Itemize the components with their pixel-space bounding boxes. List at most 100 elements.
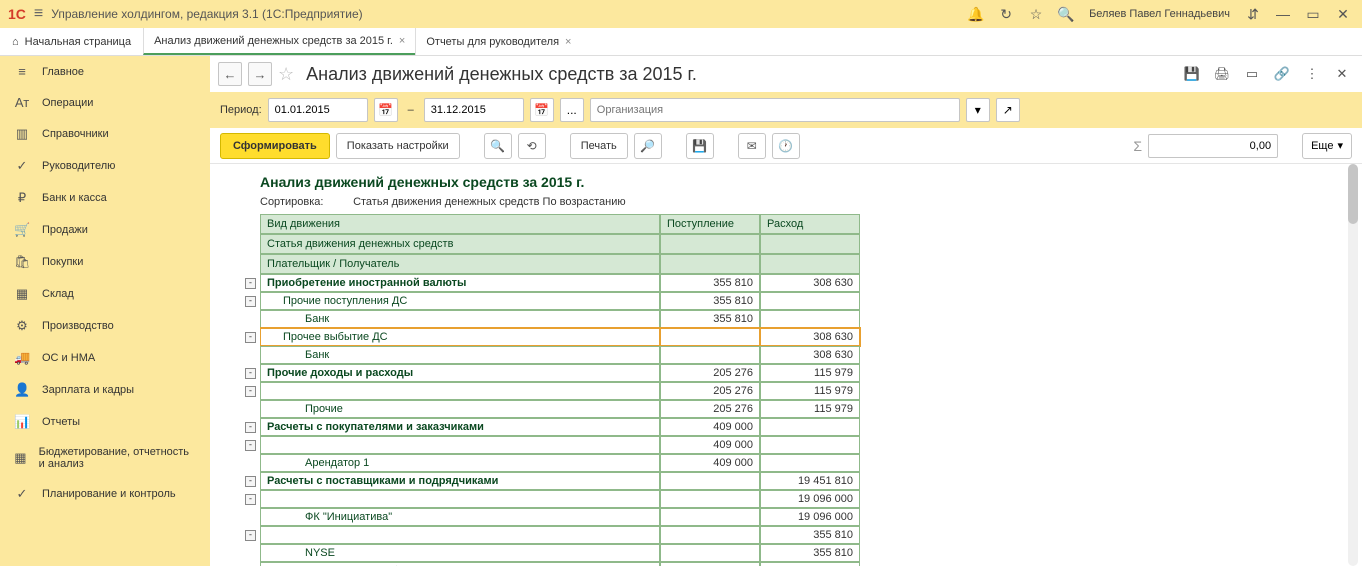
sidebar-item[interactable]: 📊Отчеты xyxy=(0,406,210,438)
copy-icon[interactable]: ▭ xyxy=(1240,62,1264,86)
row-name[interactable]: Приобретение иностранной валюты xyxy=(260,274,660,292)
row-name[interactable]: Расчеты с разными дебиторами и кредитора… xyxy=(260,562,660,566)
row-name[interactable]: ФК "Инициатива" xyxy=(260,508,660,526)
tab-report[interactable]: Анализ движений денежных средств за 2015… xyxy=(143,28,415,55)
row-in[interactable]: 205 276 xyxy=(660,382,760,400)
row-name[interactable]: Прочие поступления ДС xyxy=(260,292,660,310)
row-in[interactable]: 409 000 xyxy=(660,454,760,472)
menu-icon[interactable]: ≡ xyxy=(34,5,43,23)
sidebar-item[interactable]: ✓Руководителю xyxy=(0,150,210,182)
row-out[interactable] xyxy=(760,418,860,436)
tree-toggle[interactable]: - xyxy=(245,440,256,451)
tree-toggle[interactable]: - xyxy=(245,422,256,433)
row-name[interactable] xyxy=(260,490,660,508)
save-icon[interactable]: 💾 xyxy=(1180,62,1204,86)
row-out[interactable]: 115 979 xyxy=(760,364,860,382)
tree-toggle[interactable]: - xyxy=(245,296,256,307)
tree-toggle[interactable]: - xyxy=(245,530,256,541)
org-open-icon[interactable]: ↗ xyxy=(996,98,1020,122)
row-out[interactable] xyxy=(760,436,860,454)
date-from-input[interactable] xyxy=(268,98,368,122)
print-icon[interactable]: 🖨 xyxy=(1210,62,1234,86)
tree-toggle[interactable]: - xyxy=(245,476,256,487)
tree-toggle[interactable]: - xyxy=(245,368,256,379)
row-in[interactable] xyxy=(660,544,760,562)
filter-icon[interactable]: ⇵ xyxy=(1242,3,1264,25)
diskette-icon[interactable]: 💾 xyxy=(686,133,714,159)
user-label[interactable]: Беляев Павел Геннадьевич xyxy=(1085,8,1234,20)
row-name[interactable]: Прочие xyxy=(260,400,660,418)
row-out[interactable]: 355 810 xyxy=(760,544,860,562)
clock-icon[interactable]: 🕐 xyxy=(772,133,800,159)
row-in[interactable] xyxy=(660,526,760,544)
close-panel-icon[interactable]: ✕ xyxy=(1330,62,1354,86)
calendar-to-icon[interactable]: 📅 xyxy=(530,98,554,122)
tab-close-icon[interactable]: × xyxy=(565,36,571,48)
find-icon[interactable]: 🔍 xyxy=(484,133,512,159)
sidebar-item[interactable]: 👤Зарплата и кадры xyxy=(0,374,210,406)
row-out[interactable]: 355 810 xyxy=(760,526,860,544)
period-ellipsis-button[interactable]: ... xyxy=(560,98,584,122)
row-in[interactable]: 409 000 xyxy=(660,418,760,436)
row-name[interactable]: Прочее выбытие ДС xyxy=(260,328,660,346)
mail-icon[interactable]: ✉ xyxy=(738,133,766,159)
history-icon[interactable]: ↻ xyxy=(995,3,1017,25)
row-out[interactable]: 115 979 xyxy=(760,382,860,400)
print-button[interactable]: Печать xyxy=(570,133,628,159)
tree-toggle[interactable]: - xyxy=(245,386,256,397)
close-icon[interactable]: ✕ xyxy=(1332,3,1354,25)
tab-reports-manager[interactable]: Отчеты для руководителя × xyxy=(415,28,581,55)
row-out[interactable]: 308 630 xyxy=(760,274,860,292)
sidebar-item[interactable]: ▦Склад xyxy=(0,278,210,310)
row-out[interactable]: 308 630 xyxy=(760,328,860,346)
row-name[interactable] xyxy=(260,436,660,454)
minimize-icon[interactable]: — xyxy=(1272,3,1294,25)
sidebar-item[interactable]: ✓Планирование и контроль xyxy=(0,478,210,510)
organization-input[interactable] xyxy=(590,98,960,122)
sidebar-item[interactable]: АтОперации xyxy=(0,87,210,118)
generate-button[interactable]: Сформировать xyxy=(220,133,330,159)
row-in[interactable]: 355 810 xyxy=(660,274,760,292)
row-out[interactable] xyxy=(760,292,860,310)
scrollbar[interactable] xyxy=(1348,164,1358,566)
row-in[interactable]: 110 000 xyxy=(660,562,760,566)
sidebar-item[interactable]: ⚙Производство xyxy=(0,310,210,342)
row-out[interactable] xyxy=(760,310,860,328)
row-name[interactable]: NYSE xyxy=(260,544,660,562)
row-out[interactable]: 308 630 xyxy=(760,346,860,364)
sidebar-item[interactable]: 🚚ОС и НМА xyxy=(0,342,210,374)
sidebar-item[interactable]: ▦Бюджетирование, отчетность и анализ xyxy=(0,438,210,478)
link-icon[interactable]: 🔗 xyxy=(1270,62,1294,86)
row-out[interactable] xyxy=(760,454,860,472)
row-name[interactable]: Расчеты с покупателями и заказчиками xyxy=(260,418,660,436)
settings-button[interactable]: Показать настройки xyxy=(336,133,460,159)
report-grid[interactable]: Вид движенияПоступлениеРасходСтатья движ… xyxy=(220,214,1352,566)
tree-toggle[interactable]: - xyxy=(245,494,256,505)
tab-close-icon[interactable]: × xyxy=(399,35,405,47)
sidebar-item[interactable]: 🛒Продажи xyxy=(0,214,210,246)
more-button[interactable]: Еще ▾ xyxy=(1302,133,1352,159)
row-in[interactable]: 205 276 xyxy=(660,364,760,382)
row-in[interactable] xyxy=(660,346,760,364)
row-in[interactable] xyxy=(660,328,760,346)
date-to-input[interactable] xyxy=(424,98,524,122)
row-in[interactable] xyxy=(660,490,760,508)
row-out[interactable]: 19 451 810 xyxy=(760,472,860,490)
row-in[interactable] xyxy=(660,472,760,490)
row-out[interactable]: 19 096 000 xyxy=(760,508,860,526)
calendar-from-icon[interactable]: 📅 xyxy=(374,98,398,122)
sidebar-item[interactable]: 🛍Покупки xyxy=(0,246,210,278)
row-name[interactable] xyxy=(260,382,660,400)
bell-icon[interactable]: 🔔 xyxy=(965,3,987,25)
favorite-icon[interactable]: ☆ xyxy=(278,64,294,85)
row-name[interactable]: Расчеты с поставщиками и подрядчиками xyxy=(260,472,660,490)
star-icon[interactable]: ☆ xyxy=(1025,3,1047,25)
row-in[interactable]: 355 810 xyxy=(660,292,760,310)
sidebar-item[interactable]: ≡Главное xyxy=(0,56,210,87)
row-name[interactable]: Арендатор 1 xyxy=(260,454,660,472)
forward-button[interactable]: → xyxy=(248,62,272,86)
refresh-icon[interactable]: ⟲ xyxy=(518,133,546,159)
row-in[interactable]: 355 810 xyxy=(660,310,760,328)
row-name[interactable]: Банк xyxy=(260,346,660,364)
row-name[interactable] xyxy=(260,526,660,544)
